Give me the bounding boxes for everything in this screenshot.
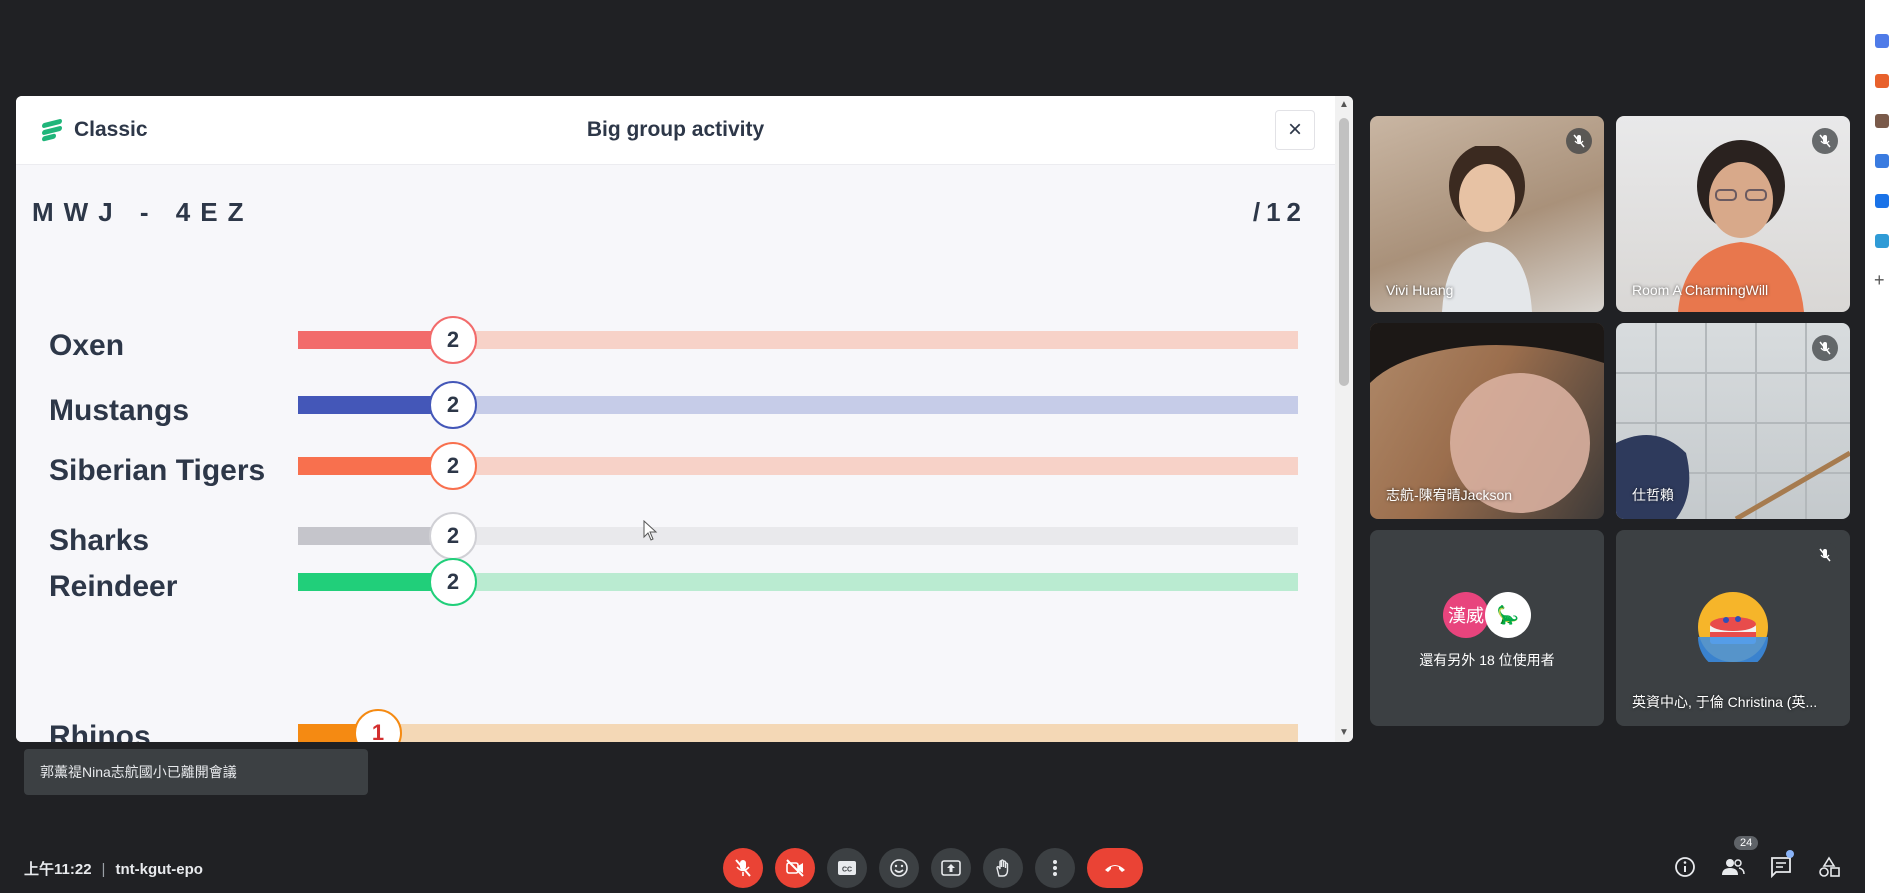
present-button[interactable] — [931, 848, 971, 888]
game-code: MWJ - 4EZ — [32, 197, 254, 227]
activities-icon — [1819, 856, 1840, 877]
extension-icon[interactable] — [1875, 154, 1889, 168]
left-meeting-toast: 郭薰禔Nina志航國小已離開會議 — [24, 749, 368, 795]
close-icon: × — [1287, 116, 1302, 143]
team-score: 2 — [429, 316, 477, 364]
participant-name: Vivi Huang — [1386, 282, 1454, 298]
participant-name: 英資中心, 于倫 Christina (英... — [1632, 694, 1818, 710]
captions-icon: CC — [838, 861, 856, 875]
mic-button[interactable] — [723, 848, 763, 888]
participant-name: 仕哲賴 — [1632, 487, 1674, 503]
browser-side-panel: + — [1865, 0, 1897, 893]
participant-count-badge: 24 — [1734, 836, 1759, 850]
team-name: Oxen — [49, 329, 125, 362]
activities-button[interactable] — [1814, 852, 1844, 882]
scroll-up-icon[interactable]: ▲ — [1335, 96, 1353, 114]
question-count: /12 — [1252, 197, 1307, 227]
camera-button[interactable] — [775, 848, 815, 888]
presentation-window: Classic Big group activity × MWJ - 4EZ /… — [16, 96, 1353, 742]
raise-hand-icon — [996, 859, 1009, 877]
team-score: 2 — [429, 512, 477, 560]
end-call-icon — [1105, 865, 1125, 872]
mic-off-icon — [735, 859, 751, 877]
team-track — [298, 724, 1298, 742]
participant-tile[interactable]: Room A CharmingWill — [1616, 116, 1850, 312]
cake-avatar-icon — [1698, 592, 1768, 662]
team-name: Rhinos — [49, 720, 151, 742]
extension-icon[interactable] — [1875, 34, 1889, 48]
participant-tile[interactable]: 志航-陳宥晴Jackson — [1370, 323, 1604, 519]
activity-board: MWJ - 4EZ /12 Oxen 2 Mustangs 2 Siberian… — [16, 165, 1335, 742]
raise-hand-button[interactable] — [983, 848, 1023, 888]
presentation-header: Classic Big group activity × — [16, 96, 1335, 165]
present-icon — [941, 860, 961, 876]
mic-off-icon — [1812, 335, 1838, 361]
svg-text:CC: CC — [842, 867, 852, 874]
close-button[interactable]: × — [1275, 110, 1315, 150]
dinosaur-avatar-icon: 🦕 — [1485, 592, 1531, 638]
new-message-dot — [1786, 850, 1794, 858]
mic-off-icon — [1812, 542, 1838, 568]
team-score: 2 — [429, 381, 477, 429]
team-score: 2 — [429, 442, 477, 490]
meeting-code: tnt-kgut-epo — [115, 861, 203, 878]
team-score: 2 — [429, 558, 477, 606]
other-participants-tile[interactable]: 漢威 🦕 還有另外 18 位使用者 — [1370, 530, 1604, 726]
more-options-icon — [1053, 860, 1057, 876]
avatar: 漢威 — [1443, 592, 1489, 638]
activity-title: Big group activity — [586, 118, 765, 141]
team-name: Siberian Tigers — [49, 454, 266, 487]
mouse-cursor-icon — [643, 520, 658, 541]
participant-tile[interactable]: Vivi Huang — [1370, 116, 1604, 312]
team-score: 1 — [354, 709, 402, 742]
end-call-button[interactable] — [1087, 848, 1143, 888]
captions-button[interactable]: CC — [827, 848, 867, 888]
participant-tile[interactable]: 仕哲賴 — [1616, 323, 1850, 519]
other-participants-label: 還有另外 18 位使用者 — [1419, 652, 1555, 668]
extension-icon[interactable] — [1875, 234, 1889, 248]
emoji-button[interactable] — [879, 848, 919, 888]
team-name: Reindeer — [49, 570, 178, 603]
mic-off-icon — [1812, 128, 1838, 154]
chat-icon — [1771, 857, 1791, 878]
people-icon — [1722, 859, 1745, 875]
extension-icon[interactable] — [1875, 114, 1889, 128]
team-name: Sharks — [49, 524, 150, 557]
participant-name: 志航-陳宥晴Jackson — [1386, 487, 1513, 503]
info-icon — [1675, 857, 1695, 877]
presentation-scrollbar[interactable]: ▲ ▼ — [1335, 96, 1353, 742]
team-name: Mustangs — [49, 394, 190, 427]
people-button[interactable] — [1718, 852, 1748, 882]
scroll-thumb[interactable] — [1339, 118, 1349, 386]
meeting-info: 上午11:22 | tnt-kgut-epo — [24, 861, 203, 878]
emoji-icon — [890, 859, 908, 877]
camera-off-icon — [786, 859, 804, 877]
mic-off-icon — [1566, 128, 1592, 154]
extension-icon[interactable] — [1875, 194, 1889, 208]
scroll-down-icon[interactable]: ▼ — [1335, 724, 1353, 742]
extension-icon[interactable] — [1875, 74, 1889, 88]
add-icon[interactable]: + — [1874, 270, 1885, 291]
participant-tile[interactable]: 英資中心, 于倫 Christina (英... — [1616, 530, 1850, 726]
avatar-group: 漢威 🦕 — [1443, 592, 1531, 638]
meeting-time: 上午11:22 — [24, 861, 92, 878]
meeting-details-button[interactable] — [1670, 852, 1700, 882]
more-options-button[interactable] — [1035, 848, 1075, 888]
participant-name: Room A CharmingWill — [1632, 282, 1769, 298]
